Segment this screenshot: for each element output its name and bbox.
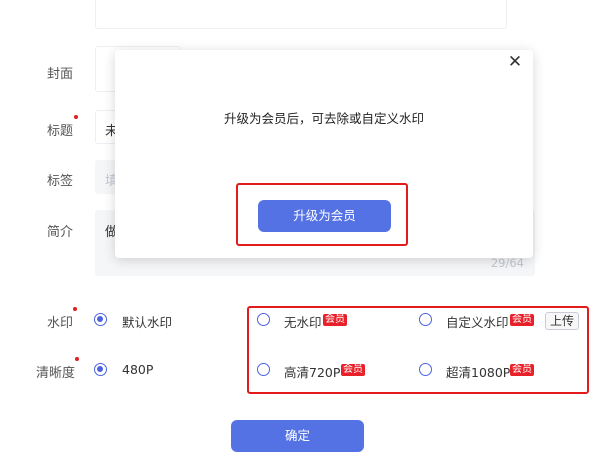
required-dot [74,115,78,119]
member-badge: 会员 [323,314,347,326]
watermark-none-label[interactable]: 无水印 [284,312,322,331]
resolution-1080-radio[interactable] [419,363,432,376]
intro-label: 简介 [47,225,74,240]
required-dot [75,357,79,361]
member-badge: 会员 [341,364,365,376]
confirm-button[interactable]: 确定 [231,420,364,452]
member-badge: 会员 [510,364,534,376]
required-dot [73,307,77,311]
close-icon[interactable]: ✕ [506,54,524,72]
watermark-label: 水印 [47,316,74,331]
resolution-label: 清晰度 [36,366,76,381]
resolution-720-radio[interactable] [257,363,270,376]
tags-label: 标签 [47,174,74,189]
upload-button[interactable]: 上传 [545,312,579,330]
upgrade-modal: ✕ 升级为会员后，可去除或自定义水印 升级为会员 [115,50,533,258]
resolution-480-radio[interactable] [94,363,107,376]
cover-label: 封面 [47,67,74,82]
top-field-box [95,0,507,29]
watermark-default-radio[interactable] [94,313,107,326]
watermark-default-label[interactable]: 默认水印 [122,312,172,331]
resolution-1080-label[interactable]: 超清1080P [446,362,510,381]
upgrade-member-button[interactable]: 升级为会员 [258,200,391,232]
watermark-none-radio[interactable] [257,313,270,326]
member-badge: 会员 [510,314,534,326]
watermark-custom-label[interactable]: 自定义水印 [446,312,509,331]
intro-char-counter: 29/64 [490,256,524,270]
resolution-480-label[interactable]: 480P [122,362,153,377]
title-label: 标题 [47,124,74,139]
resolution-720-label[interactable]: 高清720P [284,362,340,381]
modal-message: 升级为会员后，可去除或自定义水印 [223,111,424,126]
watermark-custom-radio[interactable] [419,313,432,326]
